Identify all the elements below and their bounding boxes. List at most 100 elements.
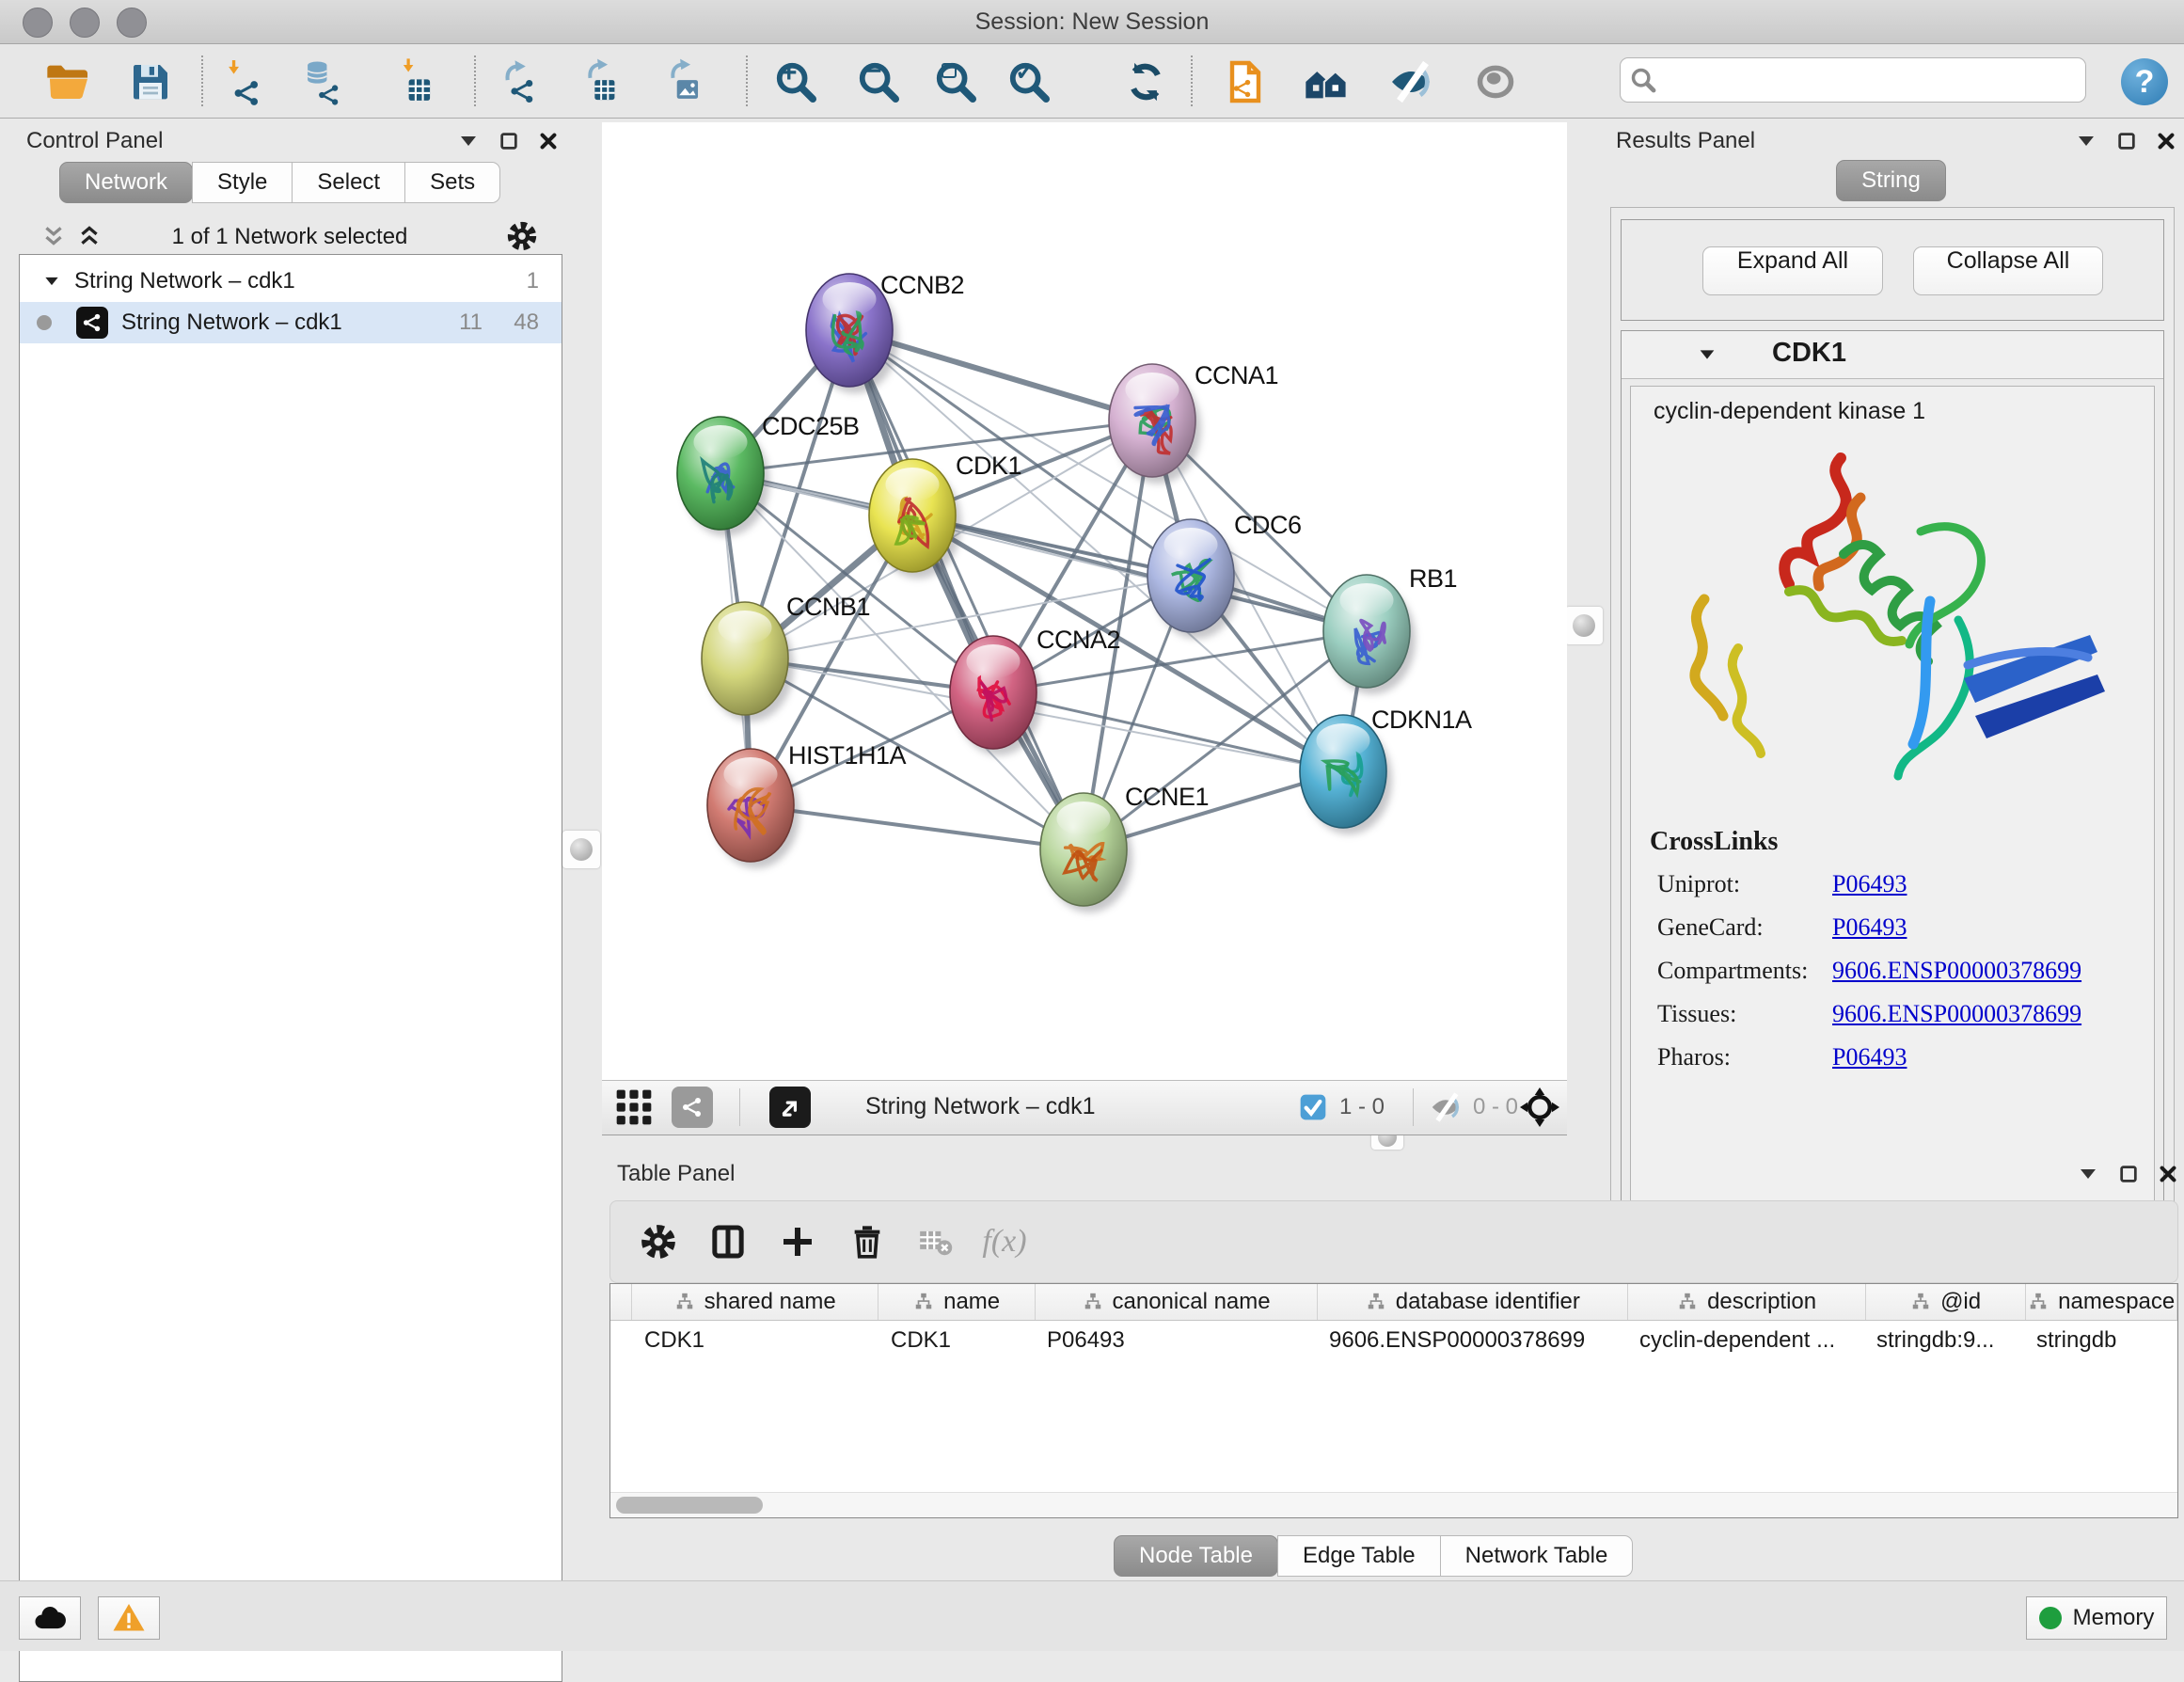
- zoom-out-button[interactable]: −: [852, 56, 905, 108]
- crosslink-link[interactable]: 9606.ENSP00000378699: [1832, 1000, 2081, 1027]
- network-edge[interactable]: [751, 805, 1084, 849]
- import-string-network-button[interactable]: [1219, 56, 1272, 108]
- search-field[interactable]: [1620, 57, 2086, 103]
- selected-checkbox-icon[interactable]: [1298, 1092, 1328, 1122]
- network-collection-row[interactable]: String Network – cdk1 1: [20, 261, 562, 302]
- crosslink-link[interactable]: P06493: [1832, 913, 1907, 941]
- close-panel-icon[interactable]: [2158, 1164, 2178, 1184]
- close-panel-icon[interactable]: [2156, 131, 2176, 151]
- table-cell[interactable]: cyclin-dependent ...: [1626, 1327, 1863, 1354]
- scrollbar-thumb[interactable]: [616, 1497, 763, 1514]
- network-node-ccna1[interactable]: [1109, 364, 1201, 484]
- table-cell[interactable]: CDK1: [631, 1327, 878, 1354]
- column-header-name[interactable]: name: [878, 1284, 1036, 1320]
- help-button[interactable]: ?: [2118, 56, 2171, 108]
- node-section-header[interactable]: CDK1: [1622, 331, 2163, 379]
- float-panel-icon[interactable]: [2116, 131, 2137, 151]
- show-grid-button[interactable]: [613, 1087, 655, 1128]
- zoom-in-button[interactable]: +: [769, 56, 822, 108]
- import-network-database-button[interactable]: [303, 56, 356, 108]
- tab-network-table[interactable]: Network Table: [1440, 1535, 1634, 1577]
- table-horizontal-scrollbar[interactable]: [610, 1492, 2177, 1517]
- node-table[interactable]: shared namenamecanonical namedatabase id…: [609, 1283, 2178, 1518]
- section-expander-icon[interactable]: [1697, 344, 1717, 365]
- export-table-button[interactable]: [578, 56, 630, 108]
- zoom-fit-button[interactable]: [929, 56, 982, 108]
- birdseye-navigator-icon[interactable]: [1520, 1087, 1559, 1127]
- memory-button[interactable]: Memory: [2026, 1596, 2167, 1640]
- crosslink-link[interactable]: P06493: [1832, 870, 1907, 897]
- network-node-hist1h1a[interactable]: [707, 749, 799, 868]
- delete-table-button-disabled[interactable]: [910, 1216, 960, 1267]
- column-header-description[interactable]: description: [1628, 1284, 1865, 1320]
- tab-style[interactable]: Style: [192, 162, 293, 203]
- open-in-window-button[interactable]: [769, 1087, 811, 1128]
- string-network-graph[interactable]: CCNB2CCNA1CDC25BCDK1CDC6RB1CCNB1CCNA2CDK…: [602, 122, 1567, 1080]
- save-session-button[interactable]: [124, 56, 177, 108]
- column-header-sharedname[interactable]: shared name: [632, 1284, 878, 1320]
- network-canvas[interactable]: CCNB2CCNA1CDC25BCDK1CDC6RB1CCNB1CCNA2CDK…: [602, 122, 1567, 1080]
- float-panel-icon[interactable]: [499, 131, 519, 151]
- network-badge-button[interactable]: [672, 1087, 713, 1128]
- import-table-button[interactable]: [391, 56, 444, 108]
- table-row[interactable]: CDK1CDK1P064939606.ENSP00000378699cyclin…: [610, 1321, 2177, 1360]
- create-column-button[interactable]: [772, 1216, 823, 1267]
- network-row-selected[interactable]: String Network – cdk1 11 48: [20, 302, 562, 343]
- zoom-selected-button[interactable]: ✓: [1003, 56, 1055, 108]
- crosslink-link[interactable]: P06493: [1832, 1043, 1907, 1071]
- column-header-id[interactable]: @id: [1866, 1284, 2027, 1320]
- export-network-button[interactable]: [497, 56, 549, 108]
- refresh-network-button[interactable]: [1119, 56, 1172, 108]
- cloud-status-button[interactable]: [19, 1596, 81, 1640]
- table-cell[interactable]: CDK1: [878, 1327, 1034, 1354]
- delete-column-button[interactable]: [842, 1216, 893, 1267]
- collapse-panel-icon[interactable]: [457, 130, 480, 152]
- tab-sets[interactable]: Sets: [404, 162, 500, 203]
- network-node-ccnb1[interactable]: [702, 602, 794, 722]
- collapse-all-networks-icon[interactable]: [41, 224, 66, 248]
- export-image-button[interactable]: [660, 56, 713, 108]
- table-options-button[interactable]: [633, 1216, 684, 1267]
- left-splitter-handle[interactable]: [562, 831, 600, 868]
- network-node-cdc6[interactable]: [1147, 519, 1240, 639]
- tab-node-table[interactable]: Node Table: [1114, 1535, 1278, 1577]
- tab-string[interactable]: String: [1836, 160, 1946, 201]
- network-node-ccna2[interactable]: [950, 636, 1042, 755]
- network-list: String Network – cdk1 1 String Network –…: [19, 254, 562, 1682]
- function-builder-button-disabled[interactable]: f(x): [979, 1216, 1030, 1267]
- crosslink-link[interactable]: 9606.ENSP00000378699: [1832, 957, 2081, 984]
- close-panel-icon[interactable]: [538, 131, 559, 151]
- tab-network[interactable]: Network: [59, 162, 193, 203]
- collapse-panel-icon[interactable]: [2077, 1163, 2099, 1185]
- expand-all-networks-icon[interactable]: [77, 224, 102, 248]
- import-network-file-button[interactable]: [222, 56, 275, 108]
- network-edges[interactable]: [720, 330, 1367, 849]
- tab-edge-table[interactable]: Edge Table: [1277, 1535, 1441, 1577]
- table-cell[interactable]: 9606.ENSP00000378699: [1316, 1327, 1626, 1354]
- expand-all-button[interactable]: Expand All: [1702, 246, 1883, 295]
- right-splitter-handle[interactable]: [1565, 607, 1603, 644]
- network-list-options-gear-icon[interactable]: [506, 220, 538, 252]
- network-edge[interactable]: [849, 330, 1084, 849]
- network-node-cdk1[interactable]: [869, 459, 961, 579]
- column-header-databaseidentifier[interactable]: database identifier: [1318, 1284, 1628, 1320]
- tab-select[interactable]: Select: [292, 162, 405, 203]
- table-cell[interactable]: P06493: [1034, 1327, 1316, 1354]
- table-cell[interactable]: stringdb:9...: [1863, 1327, 2023, 1354]
- open-session-button[interactable]: [41, 56, 94, 108]
- float-panel-icon[interactable]: [2118, 1164, 2139, 1184]
- tree-expander-icon[interactable]: [42, 272, 61, 291]
- hide-panel-button[interactable]: [1385, 56, 1437, 108]
- column-header-canonicalname[interactable]: canonical name: [1036, 1284, 1318, 1320]
- column-header-namespace[interactable]: namespace: [2026, 1284, 2177, 1320]
- collapse-panel-icon[interactable]: [2075, 130, 2097, 152]
- table-cell[interactable]: stringdb: [2023, 1327, 2174, 1354]
- show-panel-button[interactable]: [1469, 56, 1522, 108]
- network-node-rb1[interactable]: [1323, 575, 1416, 694]
- string-home-button[interactable]: [1300, 56, 1353, 108]
- network-node-ccne1[interactable]: [1040, 793, 1132, 912]
- collapse-all-button[interactable]: Collapse All: [1913, 246, 2103, 295]
- search-input[interactable]: [1662, 62, 2070, 96]
- warnings-button[interactable]: [98, 1596, 160, 1640]
- show-columns-button[interactable]: [703, 1216, 753, 1267]
